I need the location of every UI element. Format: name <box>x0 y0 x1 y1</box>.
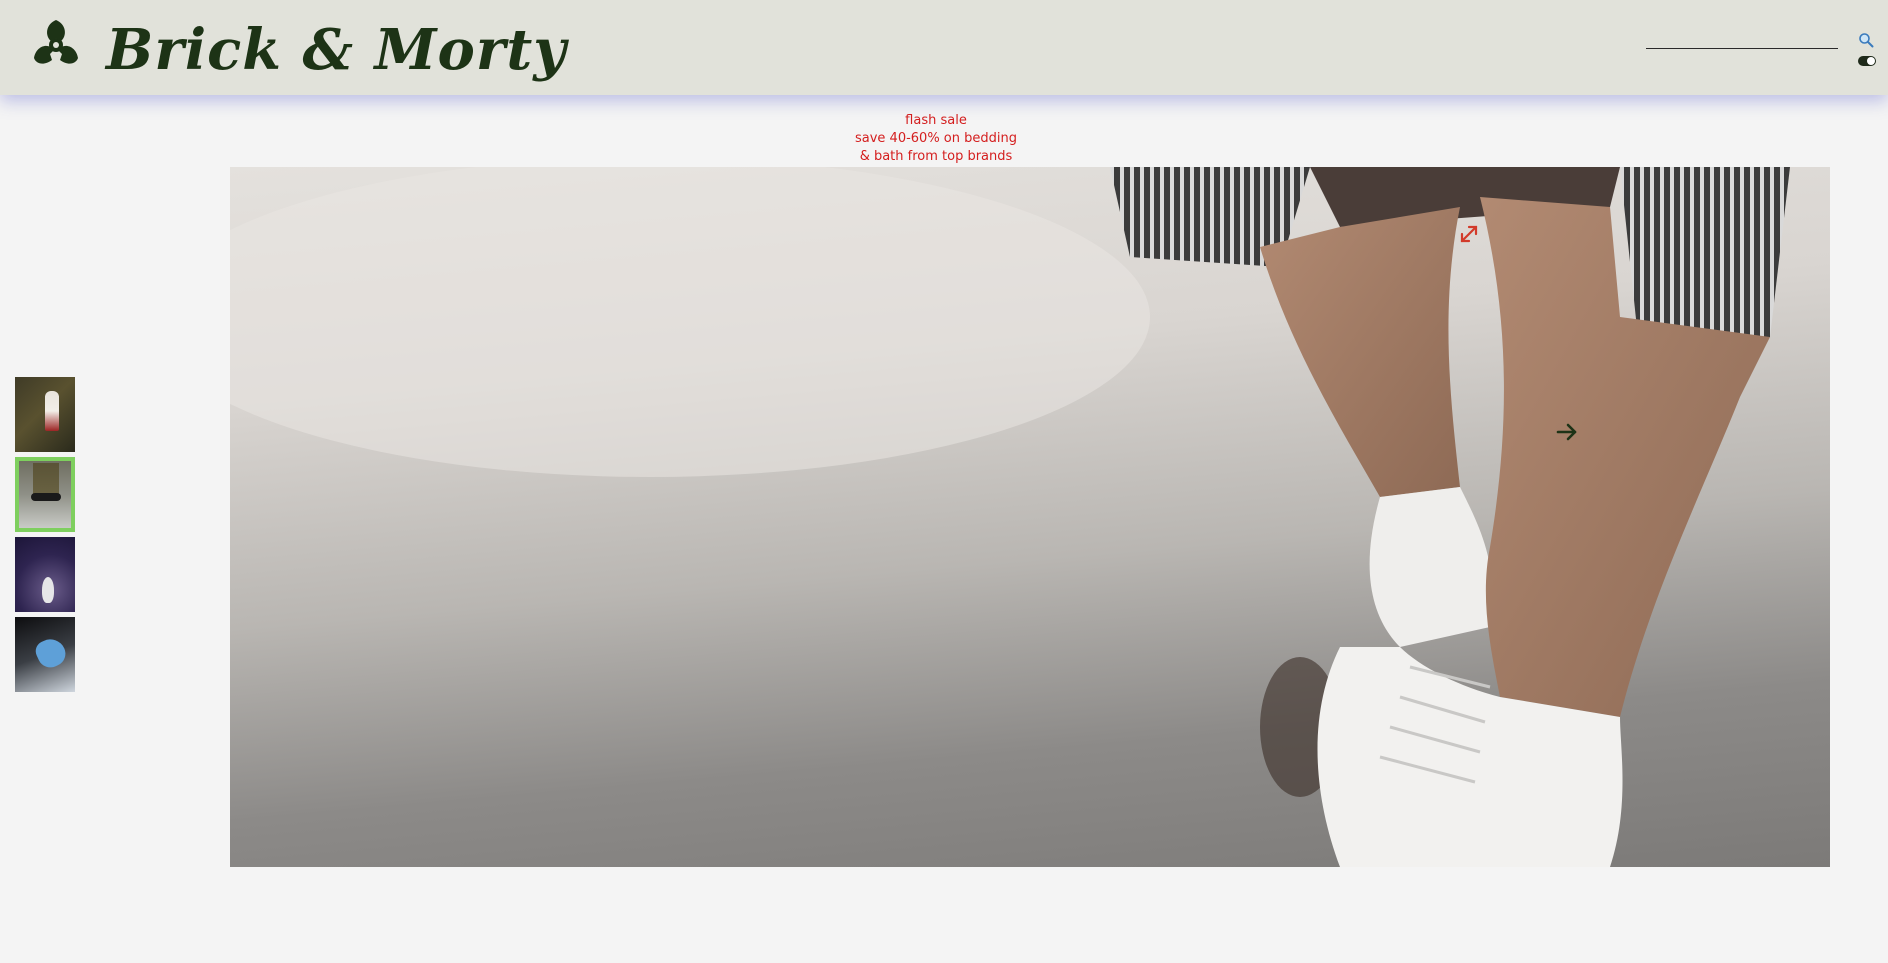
thumbnail-1[interactable] <box>15 377 75 452</box>
search-input[interactable] <box>1646 32 1838 49</box>
thumbnail-3[interactable] <box>15 537 75 612</box>
thumbnail-figure <box>42 577 54 603</box>
promo-line-2: save 40-60% on bedding <box>854 131 1017 146</box>
toggle-knob <box>1867 57 1875 65</box>
thumbnail-4[interactable] <box>15 617 75 692</box>
brand-title[interactable]: Brick & Morty <box>106 14 567 86</box>
thumbnail-figure <box>33 463 59 497</box>
thumbnail-figure <box>31 493 61 501</box>
expand-icon[interactable] <box>1458 223 1480 245</box>
thumbnail-2[interactable] <box>15 457 75 532</box>
promo-line-1: flash sale <box>905 113 967 128</box>
top-bar: Brick & Morty <box>0 0 1888 95</box>
search-icon[interactable] <box>1858 32 1874 48</box>
arrow-right-icon[interactable] <box>1555 420 1579 444</box>
thumbnail-figure <box>45 391 59 431</box>
promo-banner[interactable]: flash sale save 40-60% on bedding & bath… <box>836 112 1036 166</box>
main-product-image[interactable] <box>230 167 1830 867</box>
theme-toggle[interactable] <box>1858 56 1876 66</box>
hero-illustration <box>230 167 1790 867</box>
biohazard-icon[interactable] <box>28 16 84 70</box>
thumbnail-list <box>15 377 75 697</box>
promo-line-3: & bath from top brands <box>859 149 1013 164</box>
thumbnail-figure <box>32 634 70 672</box>
